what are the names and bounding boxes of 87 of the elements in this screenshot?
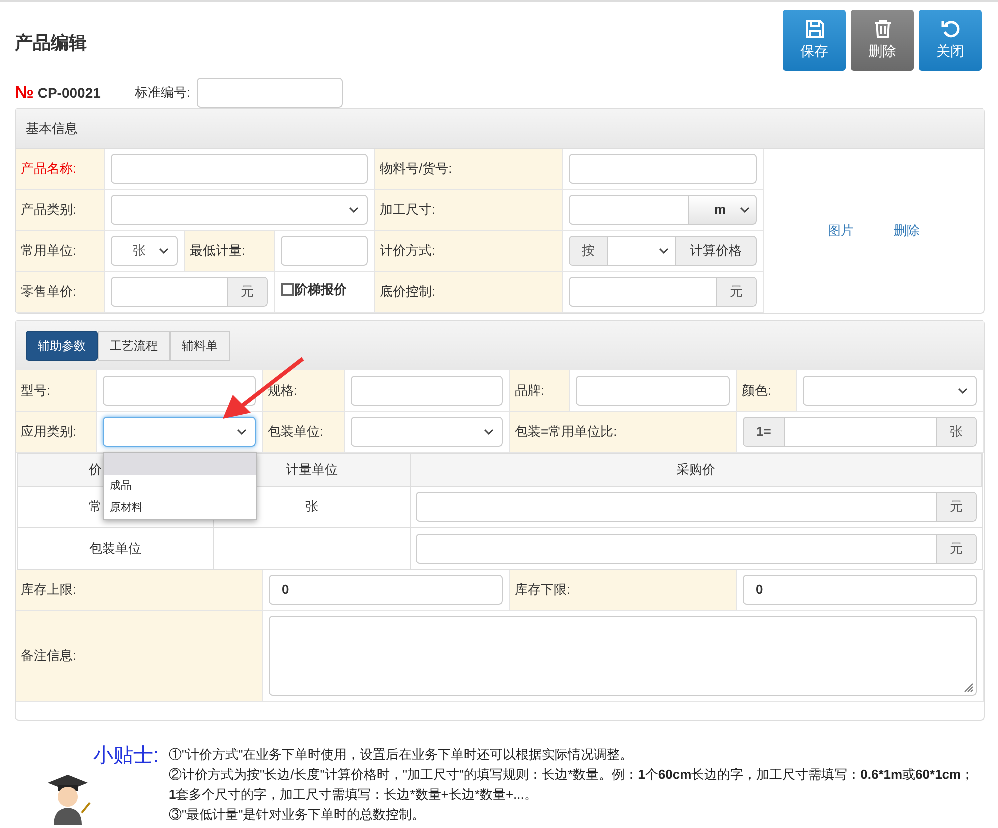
panel-title: 基本信息 — [26, 120, 78, 138]
chevron-icon — [958, 388, 968, 394]
field-label: 产品名称: — [21, 160, 77, 178]
save-button[interactable]: 保存 — [783, 10, 846, 71]
resize-handle-icon — [964, 683, 974, 693]
select-field[interactable] — [103, 417, 256, 447]
field-label: 零售单价: — [21, 283, 77, 302]
select-field[interactable] — [803, 376, 977, 406]
image-link[interactable]: 删除 — [894, 221, 920, 241]
image-link[interactable]: 图片 — [828, 221, 854, 241]
tip-text: ②计价方式为按"长边/长度"计算价格时，"加工尺寸"的填写规则：长边*数量。例：1个60cm长边的字，加工尺寸需填写：0.6*1m或60*1cm； 1套多个尺寸的字，加工尺寸需填写：长边*数量+长边*数量+...。 — [169, 766, 976, 804]
chevron-icon — [159, 248, 169, 254]
input-field[interactable] — [351, 376, 503, 406]
input-field[interactable] — [281, 236, 368, 266]
tab[interactable]: 工艺流程 — [98, 330, 170, 360]
input-field[interactable] — [569, 277, 717, 307]
field-label: 产品类别: — [21, 201, 77, 220]
input-field[interactable] — [111, 277, 228, 307]
unit-addon: 1= — [744, 418, 784, 446]
select-field[interactable] — [111, 195, 368, 225]
tab[interactable]: 辅助参数 — [26, 330, 98, 360]
unit-addon: 元 — [228, 278, 267, 306]
chevron-icon — [740, 207, 750, 213]
input-field[interactable] — [103, 376, 256, 406]
chevron-icon — [349, 207, 359, 213]
trash-icon — [872, 19, 892, 39]
select-field[interactable] — [351, 417, 503, 447]
field-label: 颜色: — [742, 382, 772, 400]
field-label: 库存下限: — [515, 581, 571, 600]
select-field[interactable] — [608, 236, 676, 266]
select-field[interactable]: 张 — [111, 236, 178, 266]
chevron-icon — [659, 248, 669, 254]
field-label: 底价控制: — [380, 283, 436, 302]
field-label: 物料号/货号: — [380, 160, 452, 178]
dropdown-option[interactable]: 原材料 — [104, 497, 256, 519]
dropdown-option[interactable] — [104, 453, 256, 475]
tab[interactable]: 辅料单 — [170, 330, 230, 360]
delete-button[interactable]: 删除 — [851, 10, 914, 71]
page-title: 产品编辑 — [15, 32, 87, 55]
undo-icon — [940, 19, 960, 39]
field-label: 型号: — [21, 382, 51, 400]
unit-select[interactable]: m — [689, 195, 757, 225]
field-label: 备注信息: — [21, 647, 77, 666]
field-label: 最低计量: — [190, 242, 246, 260]
chevron-icon — [237, 429, 247, 435]
column-header: 采购价 — [676, 461, 716, 480]
input-field[interactable]: 0 — [743, 575, 977, 605]
field-label: 包装单位: — [268, 423, 324, 442]
product-number: № CP-00021 — [15, 82, 102, 104]
input-field[interactable] — [569, 195, 689, 225]
field-label: 库存上限: — [21, 581, 77, 600]
input-field[interactable] — [785, 417, 937, 447]
input-field[interactable] — [576, 376, 730, 406]
field-label: 品牌: — [515, 382, 545, 400]
unit-addon: 按 — [570, 237, 607, 265]
field-label: 常用单位: — [21, 242, 77, 260]
save-icon — [804, 19, 824, 39]
remarks-textarea[interactable] — [269, 616, 977, 696]
unit-addon: 元 — [717, 278, 756, 306]
field-label: 计价方式: — [380, 242, 436, 260]
input-field[interactable] — [196, 78, 343, 108]
tiered-pricing-checkbox[interactable]: 阶梯报价 — [281, 280, 347, 300]
close-button[interactable]: 关闭 — [919, 10, 982, 71]
column-header: 价 — [89, 461, 102, 480]
tips-title: 小贴士: — [93, 744, 159, 769]
table-cell-text: 常 — [89, 498, 102, 516]
field-label: 加工尺寸: — [380, 201, 436, 220]
field-label: 应用类别: — [21, 423, 77, 442]
table-cell-text: 包装单位 — [90, 540, 142, 558]
calculate-price-button[interactable]: 计算价格 — [676, 236, 757, 266]
input-field[interactable] — [416, 534, 937, 564]
field-label: 规格: — [268, 382, 298, 400]
field-label: 包装=常用单位比: — [515, 423, 618, 442]
tip-text: ①"计价方式"在业务下单时使用，设置后在业务下单时还可以根据实际情况调整。 — [169, 746, 634, 764]
tip-text: ③"最低计量"是针对业务下单时的总数控制。 — [169, 806, 426, 824]
column-header: 计量单位 — [286, 461, 338, 480]
unit-addon: 元 — [937, 534, 976, 562]
input-field[interactable] — [416, 492, 937, 522]
unit-addon: 张 — [937, 418, 976, 446]
chevron-icon — [484, 429, 494, 435]
table-cell-text: 张 — [306, 498, 318, 516]
dropdown-option[interactable]: 成品 — [104, 475, 256, 497]
input-field[interactable] — [111, 154, 368, 184]
unit-addon: 元 — [937, 493, 976, 521]
input-field[interactable] — [569, 154, 757, 184]
field-label: 标准编号: — [135, 84, 191, 102]
input-field[interactable]: 0 — [269, 575, 503, 605]
